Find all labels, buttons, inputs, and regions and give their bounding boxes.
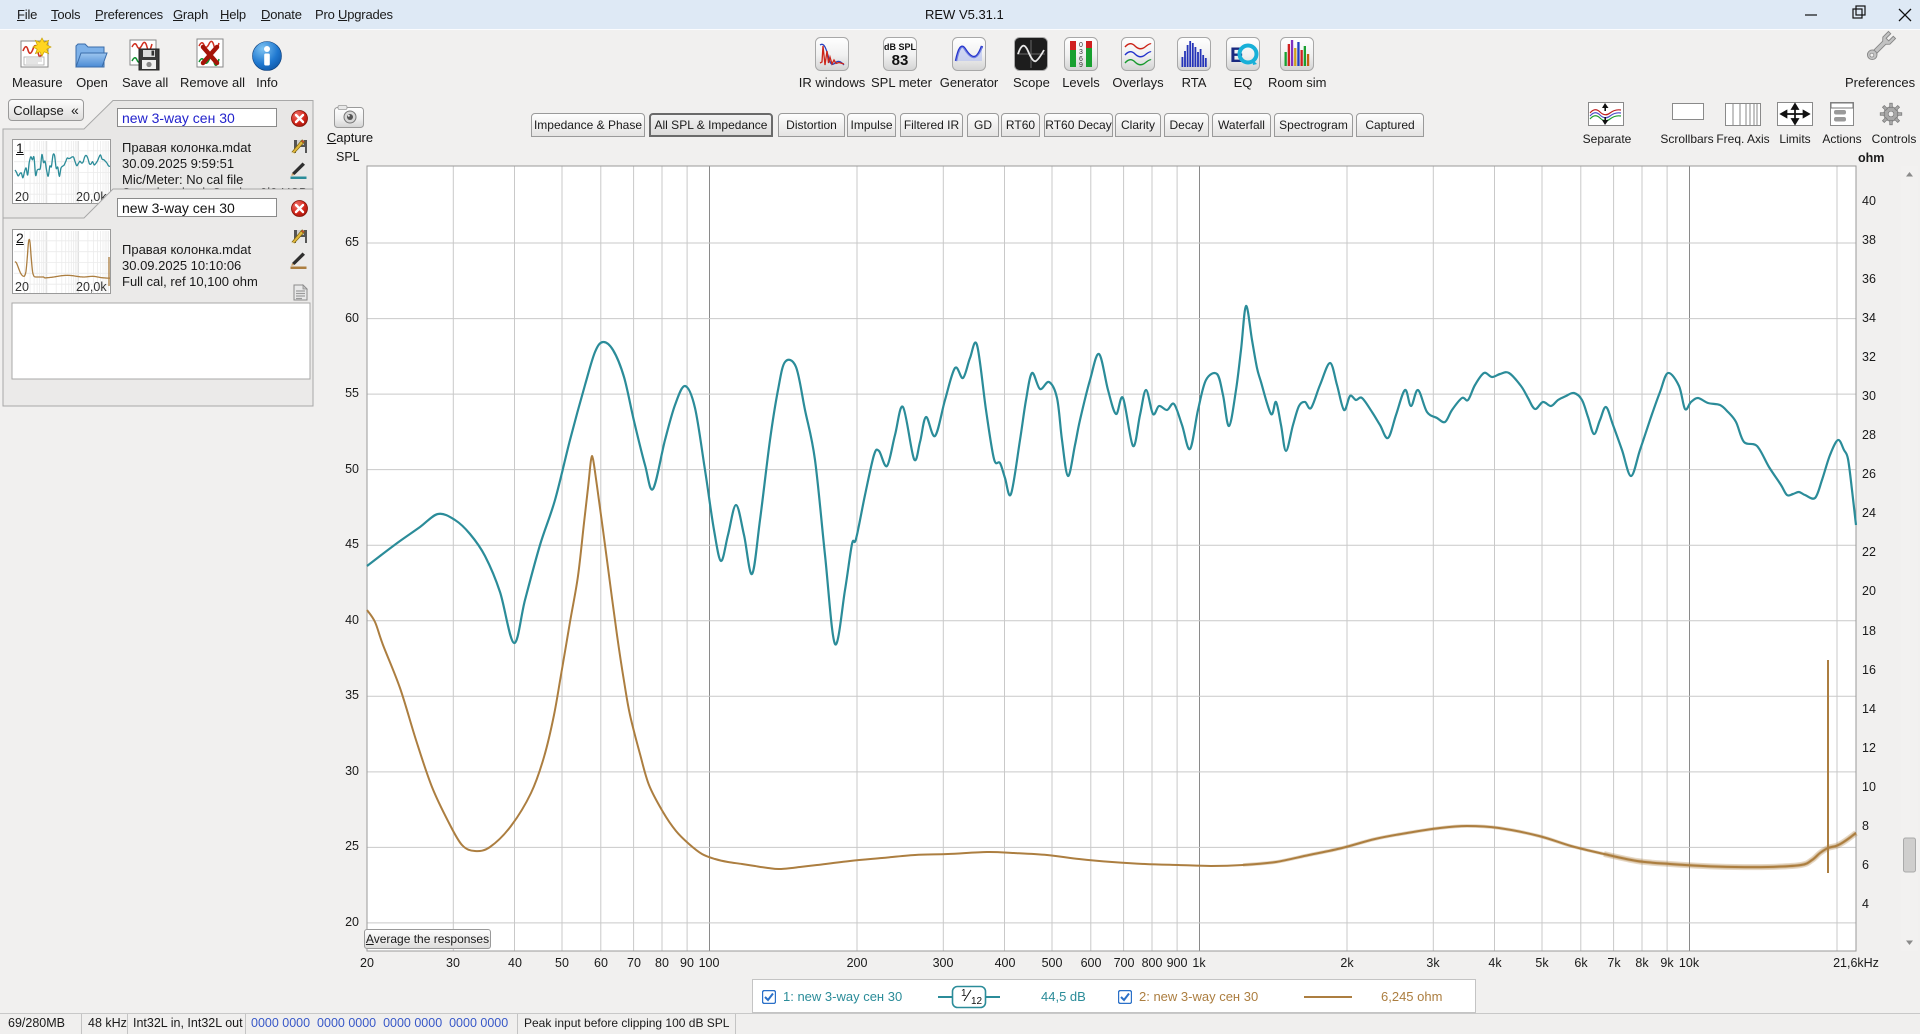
svg-text:12: 12 [971,996,983,1007]
